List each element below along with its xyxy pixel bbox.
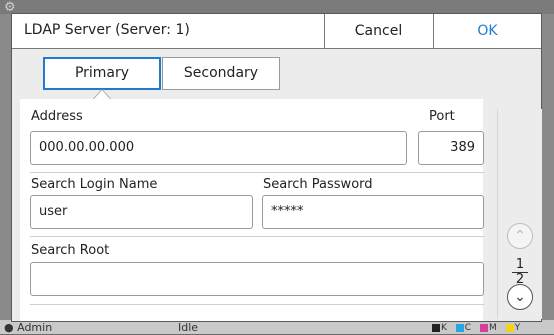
ink-m-label: M bbox=[488, 323, 497, 333]
ink-k-label: K bbox=[441, 323, 447, 333]
divider bbox=[30, 236, 484, 237]
search-password-field[interactable]: ***** bbox=[262, 195, 484, 229]
ink-k-swatch bbox=[432, 323, 440, 332]
ink-m-swatch bbox=[479, 323, 488, 332]
tab-secondary[interactable]: Secondary bbox=[162, 57, 280, 90]
status-user-label: Admin bbox=[17, 321, 53, 334]
ink-levels: K C M Y bbox=[426, 321, 520, 335]
ink-y-swatch bbox=[505, 323, 514, 332]
chevron-up-icon[interactable]: ⌃ bbox=[507, 223, 533, 249]
user-icon: ● bbox=[4, 321, 14, 334]
search-root-label: Search Root bbox=[31, 243, 110, 258]
status-user: ● Admin bbox=[4, 321, 52, 335]
search-password-label: Search Password bbox=[263, 177, 373, 192]
divider bbox=[30, 304, 484, 305]
page-current: 1 bbox=[515, 257, 525, 272]
chevron-down-icon[interactable]: ⌄ bbox=[507, 284, 533, 310]
ok-button[interactable]: OK bbox=[433, 14, 541, 48]
tab-primary[interactable]: Primary bbox=[43, 57, 161, 90]
search-login-name-label: Search Login Name bbox=[31, 177, 158, 192]
ldap-server-dialog: LDAP Server (Server: 1) Cancel OK Primar… bbox=[11, 13, 542, 322]
port-label: Port bbox=[429, 109, 455, 124]
search-login-name-field[interactable]: user bbox=[30, 195, 253, 229]
cancel-button[interactable]: Cancel bbox=[324, 14, 432, 48]
background-topbar: ⚙ bbox=[0, 0, 554, 15]
address-label: Address bbox=[31, 109, 83, 124]
status-bar: ● Admin Idle K C M Y bbox=[0, 320, 554, 334]
search-root-field[interactable] bbox=[30, 262, 484, 296]
dialog-title: LDAP Server (Server: 1) bbox=[24, 22, 190, 38]
tab-pointer bbox=[94, 90, 110, 99]
divider bbox=[30, 172, 484, 173]
ink-c-swatch bbox=[455, 323, 464, 332]
pager: ⌃ 1 2 ⌄ bbox=[497, 109, 542, 319]
port-field[interactable]: 389 bbox=[418, 131, 484, 165]
address-field[interactable]: 000.00.00.000 bbox=[30, 131, 407, 165]
ink-y-label: Y bbox=[514, 323, 521, 333]
ink-c-label: C bbox=[464, 323, 472, 333]
status-state: Idle bbox=[178, 321, 199, 334]
dialog-header: LDAP Server (Server: 1) Cancel OK bbox=[12, 14, 541, 49]
